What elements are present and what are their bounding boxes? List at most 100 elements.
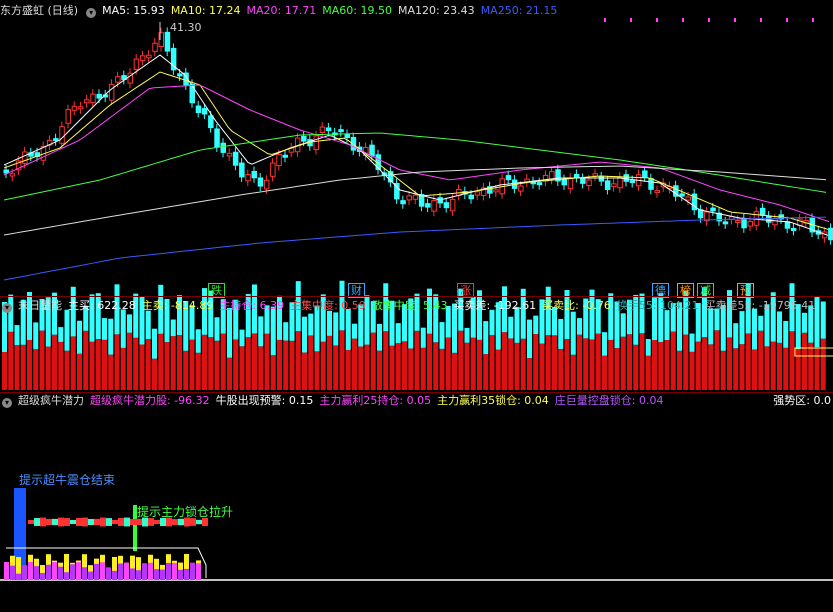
candle-body bbox=[22, 151, 28, 164]
volume-bar-red bbox=[477, 339, 482, 390]
candle-body bbox=[766, 215, 772, 223]
settings-icon[interactable]: ▾ bbox=[2, 303, 12, 313]
potential-bar-purple bbox=[130, 568, 135, 580]
volume-bar-red bbox=[164, 342, 170, 390]
candle-body bbox=[493, 189, 499, 193]
candle-body bbox=[208, 115, 214, 129]
volume-bar-cyan bbox=[14, 325, 20, 346]
potential-bar-purple bbox=[52, 562, 57, 580]
volume-bar-red bbox=[95, 339, 101, 390]
volume-bar-red bbox=[620, 336, 626, 390]
volume-bar-red bbox=[114, 334, 120, 390]
potential-bar-purple bbox=[172, 562, 177, 580]
volume-bar-red bbox=[670, 331, 676, 390]
volume-bar-cyan bbox=[664, 310, 670, 341]
volume-bar-red bbox=[483, 354, 489, 390]
volume-bar-red bbox=[645, 355, 651, 390]
potential-bar-purple bbox=[76, 562, 81, 580]
potential-bar-purple bbox=[82, 567, 87, 580]
volume-bar-red bbox=[70, 336, 76, 390]
ma60-line bbox=[3, 132, 827, 201]
volume-bar-cyan bbox=[527, 319, 532, 359]
volume-bar-red bbox=[595, 333, 601, 390]
candle-body bbox=[319, 126, 326, 133]
volume-bar-red bbox=[614, 348, 620, 390]
potential-bar-purple bbox=[58, 566, 63, 580]
volume-bar-red bbox=[452, 352, 457, 390]
volume-bar-cyan bbox=[58, 327, 64, 342]
volume-bar-red bbox=[120, 347, 126, 390]
volume-bar-cyan bbox=[152, 328, 157, 359]
peak-price-label: 41.30 bbox=[170, 21, 202, 34]
potential-legend: 超级疯牛潜力股: -96.32 牛股出现预警: 0.15 主力赢利25持仓: 0.0… bbox=[90, 394, 669, 407]
potential-bar-purple bbox=[88, 571, 93, 580]
volume-bar-red bbox=[427, 333, 432, 390]
volume-bar-red bbox=[527, 358, 532, 390]
candle-body bbox=[177, 73, 183, 77]
candle-body bbox=[586, 179, 592, 187]
volume-bar-cyan bbox=[64, 309, 70, 351]
band-segment bbox=[130, 519, 136, 525]
candle-body bbox=[195, 105, 202, 114]
volume-bar-cyan bbox=[577, 318, 582, 335]
potential-bar-purple bbox=[148, 562, 153, 580]
volume-bar-red bbox=[589, 339, 595, 390]
volume-bar-cyan bbox=[645, 339, 651, 356]
potential-bar-purple bbox=[184, 568, 189, 580]
volume-bar-cyan bbox=[308, 313, 314, 336]
volume-bar-red bbox=[695, 341, 701, 390]
volume-bar-red bbox=[383, 331, 389, 390]
volume-bar-red bbox=[370, 332, 376, 390]
volume-bar-red bbox=[245, 337, 251, 390]
volume-bar-red bbox=[127, 332, 132, 390]
candle-body bbox=[828, 227, 833, 241]
volume-bar-red bbox=[564, 338, 570, 390]
potential-legend-item: 庄巨量控盘锁仓: 0.04 bbox=[554, 394, 664, 407]
candle-body bbox=[623, 174, 629, 182]
volume-bar-red bbox=[464, 342, 470, 390]
settings-icon[interactable]: ▾ bbox=[2, 398, 12, 408]
candle-body bbox=[115, 76, 121, 83]
volume-bar-cyan bbox=[483, 321, 489, 355]
candle-body bbox=[679, 193, 685, 197]
potential-bar-purple bbox=[112, 570, 117, 580]
candle-body bbox=[9, 173, 16, 177]
volume-bar-red bbox=[302, 352, 307, 390]
candle-body bbox=[146, 54, 152, 59]
volume-bar-red bbox=[170, 336, 176, 390]
candle-body bbox=[301, 135, 307, 142]
potential-bar-purple bbox=[70, 564, 75, 580]
volume-bar-cyan bbox=[420, 327, 426, 348]
candle-body bbox=[406, 195, 412, 201]
volume-bar-red bbox=[820, 338, 826, 390]
volume-bar-red bbox=[677, 350, 682, 390]
volume-bar-red bbox=[520, 338, 526, 390]
shake-end-annotation: 提示超牛震仓结束 bbox=[19, 473, 116, 487]
volume-bar-red bbox=[220, 333, 226, 390]
candle-body bbox=[722, 221, 729, 225]
candle-body bbox=[313, 135, 319, 151]
volume-bar-red bbox=[533, 334, 539, 390]
volume-bar-red bbox=[139, 344, 145, 390]
candle-body bbox=[77, 106, 84, 110]
volume-bar-cyan bbox=[170, 319, 176, 337]
volume-bar-red bbox=[602, 355, 607, 390]
volume-bar-cyan bbox=[558, 318, 564, 349]
candle-body bbox=[59, 126, 65, 144]
volume-bar-red bbox=[345, 349, 351, 390]
candle-body bbox=[654, 190, 660, 194]
candle-body bbox=[232, 151, 239, 166]
band-segment bbox=[40, 517, 46, 527]
signal-dash bbox=[682, 18, 684, 22]
potential-bar-purple bbox=[28, 562, 33, 580]
volume-bar-red bbox=[558, 348, 564, 390]
volume-bar-red bbox=[27, 339, 32, 390]
potential-legend-item: 主力赢利25持仓: 0.05 bbox=[319, 394, 432, 407]
candle-body bbox=[505, 175, 512, 181]
volume-bar-red bbox=[752, 349, 757, 390]
band-segment bbox=[124, 517, 130, 527]
volume-bar-red bbox=[195, 352, 201, 390]
volume-bar-red bbox=[495, 349, 501, 390]
potential-bar-purple bbox=[136, 570, 141, 580]
volume-bar-red bbox=[683, 334, 689, 390]
